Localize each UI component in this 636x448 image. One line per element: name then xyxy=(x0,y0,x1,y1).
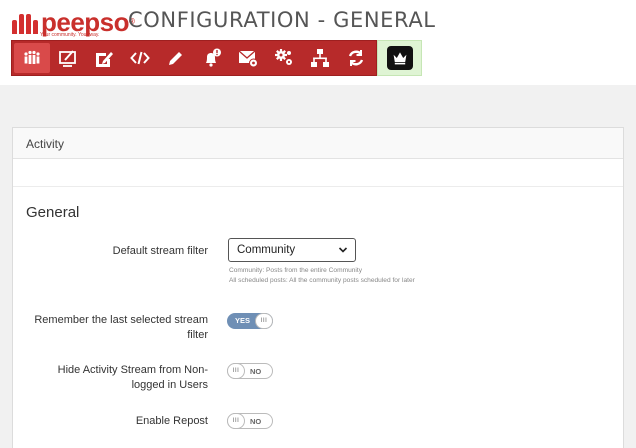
stream-filter-label: Default stream filter xyxy=(112,245,208,257)
remember-filter-toggle[interactable]: YES III xyxy=(227,313,273,329)
tab-appearance[interactable] xyxy=(50,43,86,73)
tab-maintenance[interactable] xyxy=(338,43,374,73)
panel-divider xyxy=(13,186,623,187)
sitemap-icon xyxy=(311,49,329,67)
tab-postbox[interactable] xyxy=(86,43,122,73)
email-settings-icon xyxy=(238,50,258,68)
tab-notifications[interactable] xyxy=(194,43,230,73)
hide-stream-toggle[interactable]: III NO xyxy=(227,363,273,379)
tab-premium[interactable] xyxy=(377,40,422,76)
repost-toggle[interactable]: III NO xyxy=(227,413,273,429)
stream-filter-help-scheduled: All scheduled posts: All the community p… xyxy=(229,277,415,284)
pencil-icon xyxy=(169,52,182,65)
stream-filter-help-community: Community: Posts from the entire Communi… xyxy=(229,267,363,274)
panel-header: Activity xyxy=(13,128,623,159)
repost-label: Enable Repost xyxy=(135,415,208,427)
note-edit-icon xyxy=(96,52,113,67)
edit-screen-icon xyxy=(59,50,76,67)
notification-bell-icon xyxy=(206,48,221,67)
chevron-down-icon xyxy=(338,247,348,253)
hide-stream-label: Hide Activity Stream from Non- logged in… xyxy=(57,364,208,391)
community-logo-icon xyxy=(12,12,38,34)
tab-emails[interactable] xyxy=(230,43,266,73)
refresh-icon xyxy=(348,50,364,66)
activity-settings-panel: Activity General Default stream filter C… xyxy=(12,127,624,448)
tab-integrations[interactable] xyxy=(266,43,302,73)
toggle-state: NO xyxy=(250,367,262,376)
crown-icon xyxy=(393,52,406,65)
brand-wordmark: peepso® xyxy=(41,7,135,37)
config-tabs xyxy=(11,40,377,76)
top-bar: peepso® Your community. Your way. CONFIG… xyxy=(0,0,636,85)
page-title: CONFIGURATION - GENERAL xyxy=(128,8,436,32)
remember-filter-label: Remember the last selected stream filter xyxy=(34,314,208,341)
tab-editor[interactable] xyxy=(158,43,194,73)
community-icon xyxy=(24,50,40,64)
config-toolbar xyxy=(11,40,496,76)
brand-tagline: Your community. Your way. xyxy=(40,32,100,38)
toggle-state: NO xyxy=(250,417,262,426)
stream-filter-value: Community xyxy=(237,244,296,256)
tab-advanced[interactable] xyxy=(122,43,158,73)
code-icon xyxy=(130,51,150,65)
tab-general[interactable] xyxy=(14,43,50,73)
toggle-knob: III xyxy=(227,363,245,379)
tab-navigation[interactable] xyxy=(302,43,338,73)
stream-filter-select[interactable]: Community xyxy=(228,238,356,262)
toggle-knob: III xyxy=(227,413,245,429)
section-title: General xyxy=(26,204,80,221)
brand-logo[interactable]: peepso® Your community. Your way. xyxy=(12,6,135,38)
toggle-state: YES xyxy=(235,316,251,325)
toggle-knob: III xyxy=(255,313,273,329)
gears-icon xyxy=(275,49,292,65)
